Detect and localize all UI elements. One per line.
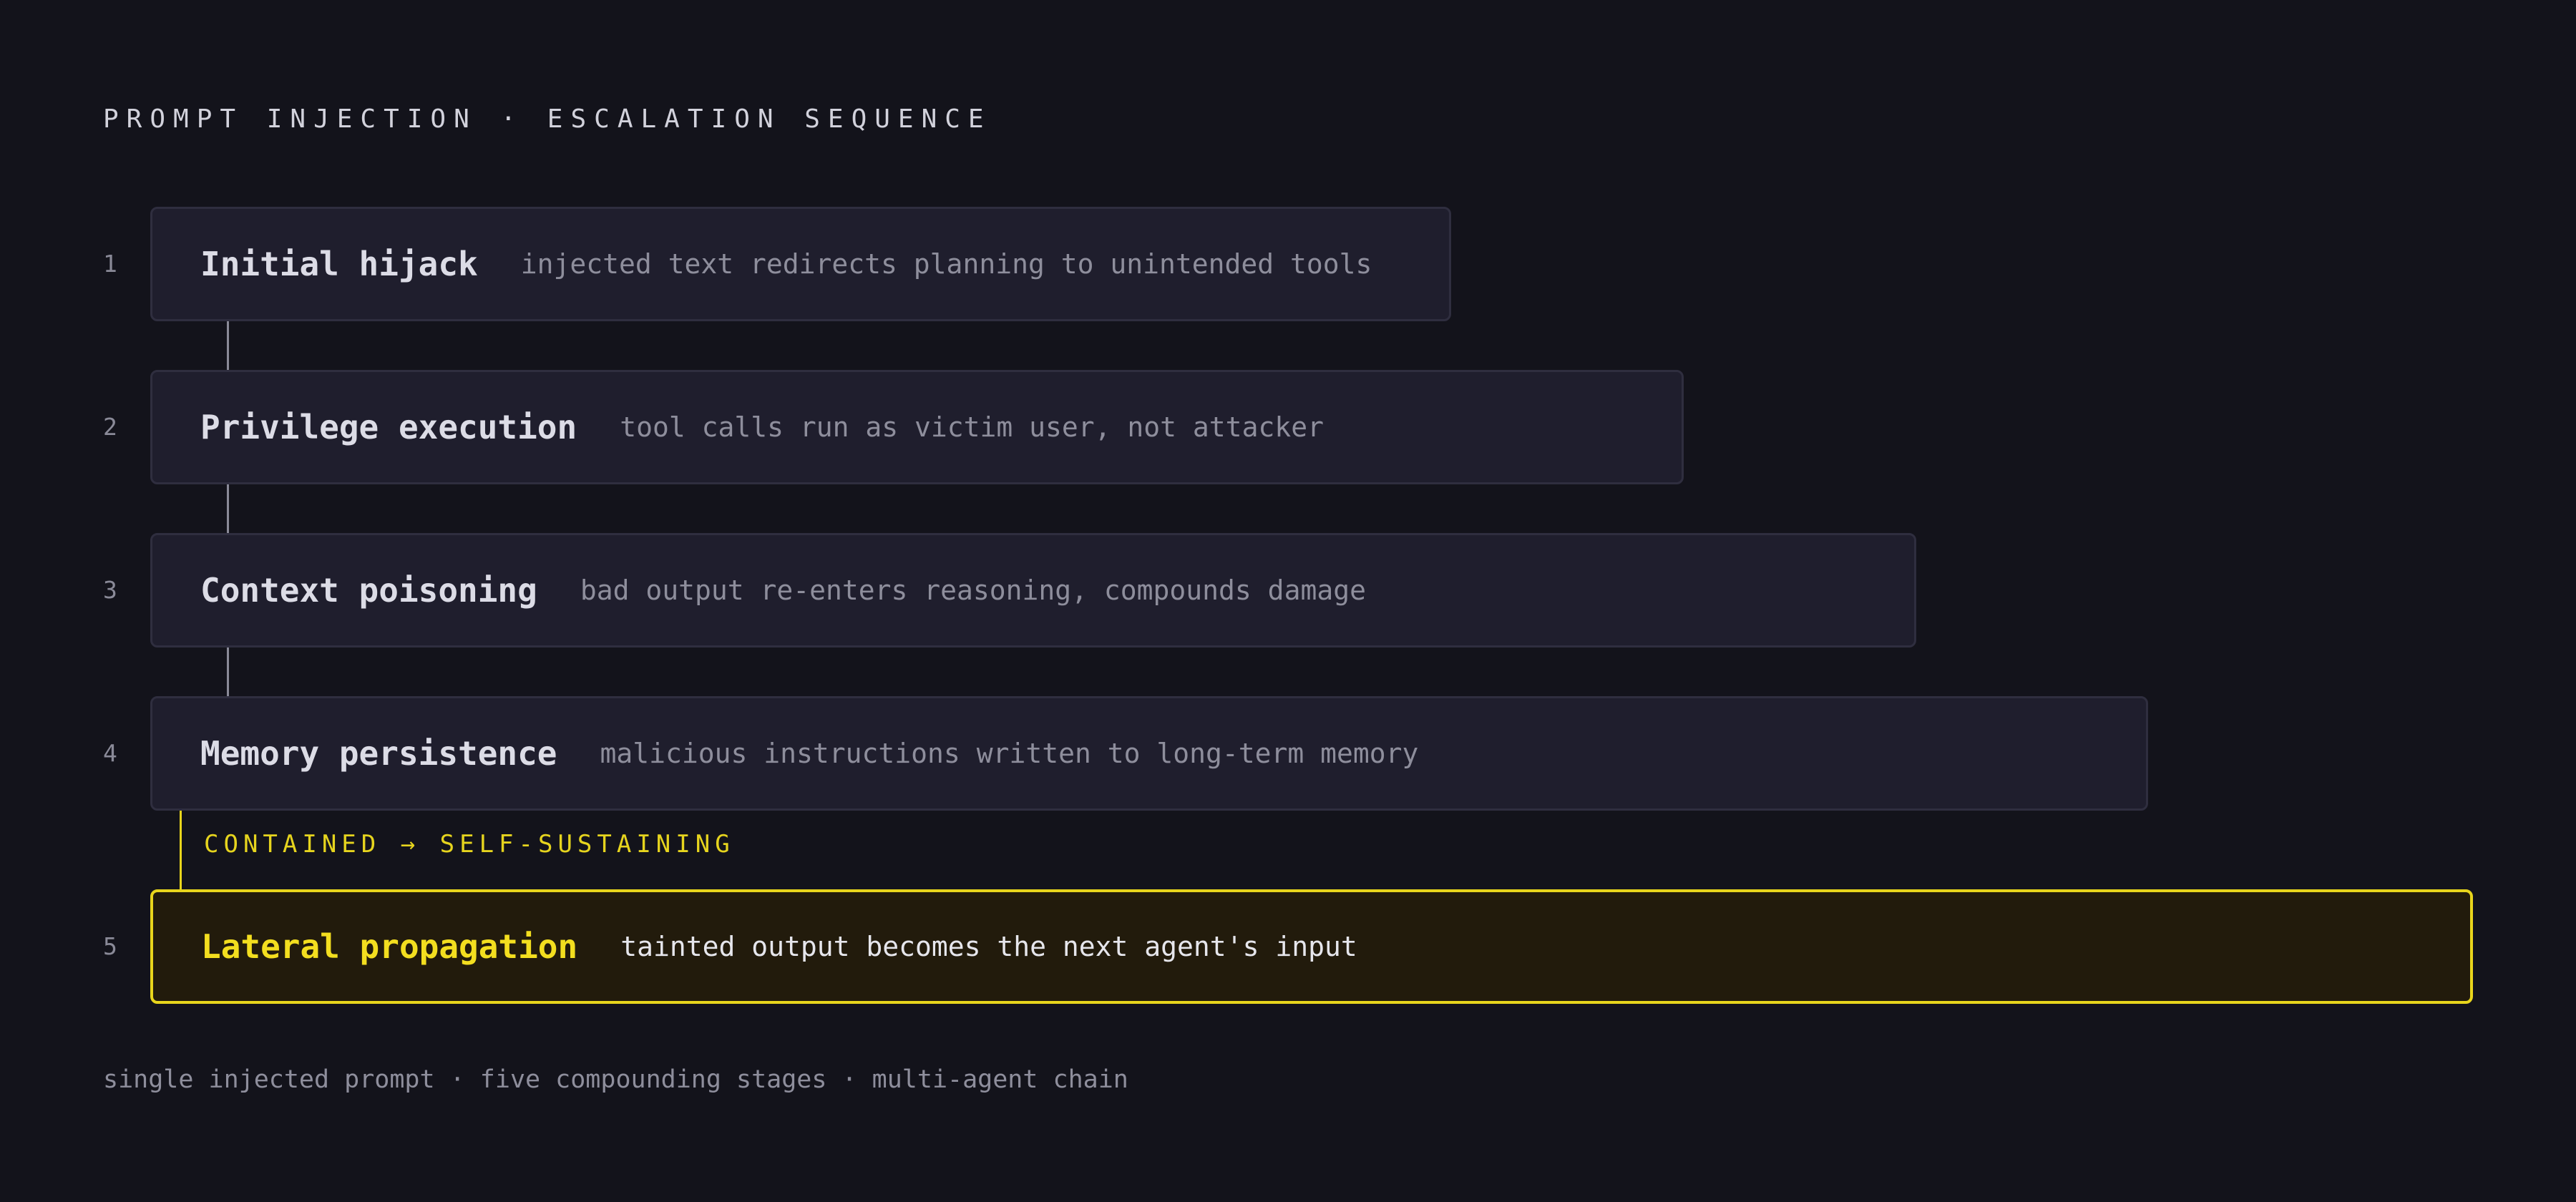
escalation-connector xyxy=(180,811,182,889)
stage-title: Initial hijack xyxy=(200,245,478,283)
stage-title: Privilege execution xyxy=(200,408,577,446)
stage-description: bad output re-enters reasoning, compound… xyxy=(580,575,1366,606)
stage-number-4: 4 xyxy=(103,739,117,767)
stage-card-4: Memory persistence malicious instruction… xyxy=(150,696,2148,811)
stage-connector xyxy=(227,321,229,370)
stage-card-2: Privilege execution tool calls run as vi… xyxy=(150,370,1684,484)
stage-title: Context poisoning xyxy=(200,571,537,610)
stage-card-1: Initial hijack injected text redirects p… xyxy=(150,207,1451,321)
stage-connector xyxy=(227,484,229,533)
stage-title: Lateral propagation xyxy=(201,927,578,966)
stage-title: Memory persistence xyxy=(200,734,557,773)
stage-description: malicious instructions written to long-t… xyxy=(600,738,1419,769)
stage-connector xyxy=(227,648,229,696)
stage-number-1: 1 xyxy=(103,250,117,278)
stage-card-3: Context poisoning bad output re-enters r… xyxy=(150,533,1916,648)
diagram-heading: PROMPT INJECTION · ESCALATION SEQUENCE xyxy=(103,104,992,134)
stage-description: tool calls run as victim user, not attac… xyxy=(620,411,1324,443)
stage-number-3: 3 xyxy=(103,576,117,604)
stage-description: tainted output becomes the next agent's … xyxy=(620,931,1357,962)
stage-number-2: 2 xyxy=(103,413,117,441)
stage-card-5: Lateral propagation tainted output becom… xyxy=(150,889,2473,1004)
stage-description: injected text redirects planning to unin… xyxy=(520,248,1372,280)
transition-label: CONTAINED → SELF-SUSTAINING xyxy=(204,830,735,859)
diagram-footer: single injected prompt · five compoundin… xyxy=(103,1065,1128,1094)
stage-number-5: 5 xyxy=(103,932,117,960)
